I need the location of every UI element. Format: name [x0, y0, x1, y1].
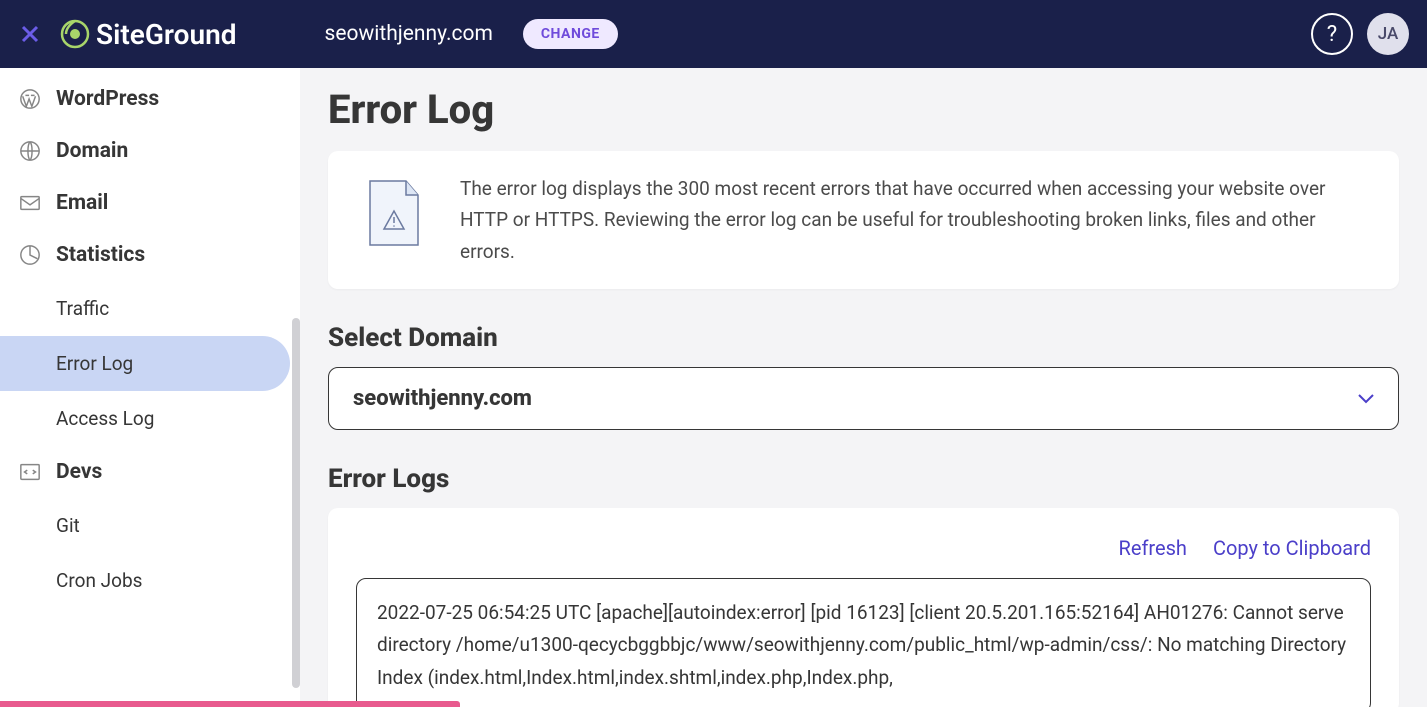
sidebar-scrollbar[interactable]: [292, 318, 300, 688]
sidebar-item-email[interactable]: Email: [0, 177, 300, 229]
sidebar: WordPress Domain Email Statistics Traffi…: [0, 68, 300, 707]
wordpress-icon: [18, 87, 42, 111]
globe-icon: [18, 139, 42, 163]
close-button[interactable]: [18, 22, 42, 46]
logo-text: SiteGround: [96, 18, 237, 51]
sidebar-item-label: Statistics: [56, 243, 145, 267]
refresh-button[interactable]: Refresh: [1119, 536, 1187, 560]
log-card: Refresh Copy to Clipboard 2022-07-25 06:…: [328, 508, 1399, 707]
chevron-down-icon: [1358, 389, 1374, 408]
progress-bar: [0, 701, 460, 707]
sidebar-item-domain[interactable]: Domain: [0, 125, 300, 177]
envelope-icon: [18, 191, 42, 215]
logo-icon: [60, 19, 90, 49]
copy-clipboard-button[interactable]: Copy to Clipboard: [1213, 536, 1371, 560]
sidebar-subitem-cron-jobs[interactable]: Cron Jobs: [0, 553, 300, 608]
document-warning-icon: [366, 179, 422, 253]
close-icon: [20, 24, 40, 44]
sidebar-item-label: WordPress: [56, 87, 159, 111]
domain-select[interactable]: seowithjenny.com: [328, 367, 1399, 430]
sidebar-item-label: Domain: [56, 139, 128, 163]
sidebar-item-label: Devs: [56, 460, 102, 484]
sidebar-item-wordpress[interactable]: WordPress: [0, 73, 300, 125]
help-icon: ?: [1327, 22, 1337, 47]
log-output[interactable]: 2022-07-25 06:54:25 UTC [apache][autoind…: [356, 578, 1371, 707]
change-domain-button[interactable]: CHANGE: [523, 19, 618, 49]
logo[interactable]: SiteGround: [60, 18, 237, 51]
avatar[interactable]: JA: [1367, 13, 1409, 55]
layout: WordPress Domain Email Statistics Traffi…: [0, 68, 1427, 707]
main-content: Error Log The error log displays the 300…: [300, 68, 1427, 707]
top-header: SiteGround seowithjenny.com CHANGE ? JA: [0, 0, 1427, 68]
sidebar-subitem-access-log[interactable]: Access Log: [0, 391, 300, 446]
help-button[interactable]: ?: [1311, 13, 1353, 55]
sidebar-subitem-error-log[interactable]: Error Log: [0, 336, 290, 391]
info-text: The error log displays the 300 most rece…: [460, 173, 1361, 267]
log-actions: Refresh Copy to Clipboard: [356, 536, 1371, 560]
pie-icon: [18, 243, 42, 267]
sidebar-subitem-git[interactable]: Git: [0, 498, 300, 553]
code-icon: [18, 460, 42, 484]
sidebar-item-statistics[interactable]: Statistics: [0, 229, 300, 281]
current-domain: seowithjenny.com: [325, 22, 493, 46]
info-card: The error log displays the 300 most rece…: [328, 151, 1399, 289]
sidebar-item-devs[interactable]: Devs: [0, 446, 300, 498]
sidebar-subitem-traffic[interactable]: Traffic: [0, 281, 300, 336]
select-domain-title: Select Domain: [328, 323, 1399, 353]
header-right: ? JA: [1311, 13, 1409, 55]
page-title: Error Log: [328, 86, 1399, 133]
error-logs-title: Error Logs: [328, 464, 1399, 494]
sidebar-item-label: Email: [56, 191, 108, 215]
selected-domain-text: seowithjenny.com: [353, 386, 532, 411]
